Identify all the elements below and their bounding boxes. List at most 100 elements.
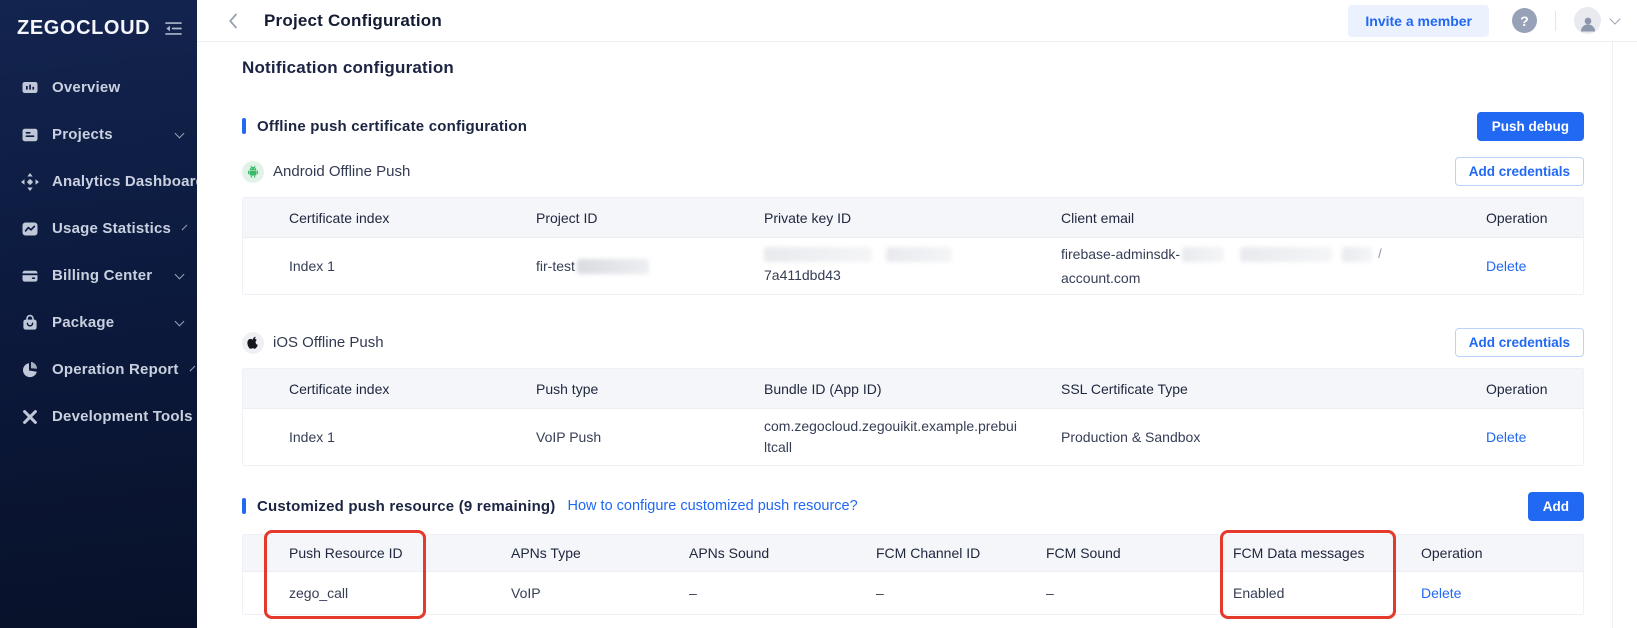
table-row: zego_call VoIP – – – Enabled Delete: [243, 572, 1583, 614]
push-resource-id-cell: zego_call: [289, 583, 511, 604]
sidebar-item-label: Package: [52, 314, 114, 331]
help-icon[interactable]: ?: [1512, 8, 1537, 33]
ios-credentials-table: Certificate index Push type Bundle ID (A…: [242, 368, 1584, 466]
chevron-down-icon: [182, 224, 188, 230]
column-header: FCM Channel ID: [876, 545, 1046, 561]
push-debug-button[interactable]: Push debug: [1477, 112, 1584, 141]
redacted-blur: [886, 247, 952, 262]
client-email-text-2: account.com: [1061, 268, 1468, 289]
ios-add-credentials-button[interactable]: Add credentials: [1455, 328, 1584, 357]
sidebar-item-billing-center[interactable]: Billing Center: [0, 252, 197, 299]
sidebar-item-analytics-dashboard[interactable]: Analytics Dashboard: [0, 158, 197, 205]
sidebar-logo-row: ZEGOCLOUD: [0, 0, 197, 56]
apple-icon: [242, 332, 264, 354]
sidebar-item-label: Analytics Dashboard: [52, 173, 205, 190]
chevron-down-icon: [175, 269, 185, 279]
ios-table-wrap: Certificate index Push type Bundle ID (A…: [242, 368, 1584, 466]
column-header: Private key ID: [764, 210, 1061, 226]
main-area: Project Configuration Invite a member ? …: [197, 0, 1637, 628]
sidebar-item-operation-report[interactable]: Operation Report: [0, 346, 197, 393]
dev-tools-icon: [21, 408, 39, 426]
sidebar-item-overview[interactable]: Overview: [0, 64, 197, 111]
bundle-id-cell: com.zegocloud.zegouikit.example.prebuilt…: [764, 416, 1036, 458]
column-header: Project ID: [536, 210, 764, 226]
projects-icon: [21, 126, 39, 144]
client-email-text: firebase-adminsdk-: [1061, 244, 1180, 265]
column-header: FCM Sound: [1046, 545, 1233, 561]
back-button[interactable]: [228, 13, 238, 29]
page-title: Project Configuration: [264, 11, 442, 31]
android-platform-row: Android Offline Push Add credentials: [242, 158, 1584, 185]
column-header: Bundle ID (App ID): [764, 381, 1061, 397]
redacted-blur: [577, 259, 649, 274]
delete-link[interactable]: Delete: [1486, 256, 1583, 277]
billing-icon: [21, 267, 39, 285]
project-id-cell: fir-test: [536, 256, 764, 277]
apns-type-cell: VoIP: [511, 583, 689, 604]
user-avatar[interactable]: [1574, 7, 1601, 34]
project-id-text: fir-test: [536, 256, 575, 277]
column-header: SSL Certificate Type: [1061, 381, 1486, 397]
certificate-index-cell: Index 1: [289, 427, 536, 448]
fcm-sound-cell: –: [1046, 583, 1233, 604]
fcm-channel-id-cell: –: [876, 583, 1046, 604]
customized-table-header: Push Resource ID APNs Type APNs Sound FC…: [243, 535, 1583, 572]
sidebar-item-package[interactable]: Package: [0, 299, 197, 346]
fcm-data-messages-cell: Enabled: [1233, 583, 1421, 604]
account-chevron-down-icon[interactable]: [1609, 13, 1620, 24]
sidebar-item-usage-statistics[interactable]: Usage Statistics: [0, 205, 197, 252]
chevron-down-icon: [175, 316, 185, 326]
analytics-icon: [21, 173, 39, 191]
ios-table-header: Certificate index Push type Bundle ID (A…: [243, 369, 1583, 409]
sidebar-item-label: Development Tools: [52, 408, 193, 425]
package-icon: [21, 314, 39, 332]
android-table-header: Certificate index Project ID Private key…: [243, 198, 1583, 238]
chevron-down-icon: [175, 128, 185, 138]
column-header: Certificate index: [289, 381, 536, 397]
customized-push-table: Push Resource ID APNs Type APNs Sound FC…: [242, 534, 1584, 615]
android-add-credentials-button[interactable]: Add credentials: [1455, 157, 1584, 186]
sidebar-item-projects[interactable]: Projects: [0, 111, 197, 158]
topbar: Project Configuration Invite a member ?: [197, 0, 1637, 42]
android-offline-push-label: Android Offline Push: [273, 163, 410, 180]
client-email-cell: firebase-adminsdk- / account.com: [1061, 244, 1486, 289]
section-accent-bar: [242, 118, 246, 134]
table-row: Index 1 VoIP Push com.zegocloud.zegouiki…: [243, 409, 1583, 465]
page-content: Notification configuration Offline push …: [197, 42, 1637, 615]
client-email-tail: /: [1378, 244, 1382, 264]
sidebar-collapse-icon[interactable]: [164, 21, 183, 36]
section-heading: Notification configuration: [242, 58, 1584, 78]
column-header: Operation: [1486, 381, 1583, 397]
android-icon: [242, 161, 264, 183]
topbar-right: Invite a member ?: [1348, 5, 1623, 37]
zegocloud-logo: ZEGOCLOUD: [17, 17, 150, 40]
column-header: Client email: [1061, 210, 1486, 226]
sidebar-menu: Overview Projects Analytics Dashboard: [0, 56, 197, 440]
customized-push-section-title: Customized push resource (9 remaining): [257, 498, 556, 515]
private-key-id-cell: 7a411dbd43: [764, 247, 1061, 286]
column-header: Operation: [1421, 545, 1583, 561]
sidebar-item-development-tools[interactable]: Development Tools: [0, 393, 197, 440]
redacted-blur: [1182, 247, 1224, 262]
offline-push-section-title: Offline push certificate configuration: [257, 118, 527, 135]
private-key-id-text: 7a411dbd43: [764, 265, 1043, 286]
redacted-blur: [764, 247, 872, 262]
invite-member-button[interactable]: Invite a member: [1348, 5, 1489, 37]
delete-link[interactable]: Delete: [1486, 427, 1583, 448]
push-type-cell: VoIP Push: [536, 427, 764, 448]
offline-push-section-header: Offline push certificate configuration P…: [242, 112, 1584, 140]
scroll-gutter-line: [1612, 42, 1613, 628]
ssl-certificate-type-cell: Production & Sandbox: [1061, 427, 1486, 448]
redacted-blur: [1240, 247, 1332, 262]
column-header: APNs Type: [511, 545, 689, 561]
column-header: Push Resource ID: [289, 545, 511, 561]
section-accent-bar: [242, 498, 246, 514]
sidebar-item-label: Operation Report: [52, 361, 179, 378]
column-header: Certificate index: [289, 210, 536, 226]
add-button[interactable]: Add: [1528, 492, 1584, 521]
delete-link[interactable]: Delete: [1421, 583, 1583, 604]
overview-icon: [21, 79, 39, 97]
configure-help-link[interactable]: How to configure customized push resourc…: [568, 498, 858, 514]
android-table-wrap: Certificate index Project ID Private key…: [242, 197, 1584, 295]
certificate-index-cell: Index 1: [289, 256, 536, 277]
